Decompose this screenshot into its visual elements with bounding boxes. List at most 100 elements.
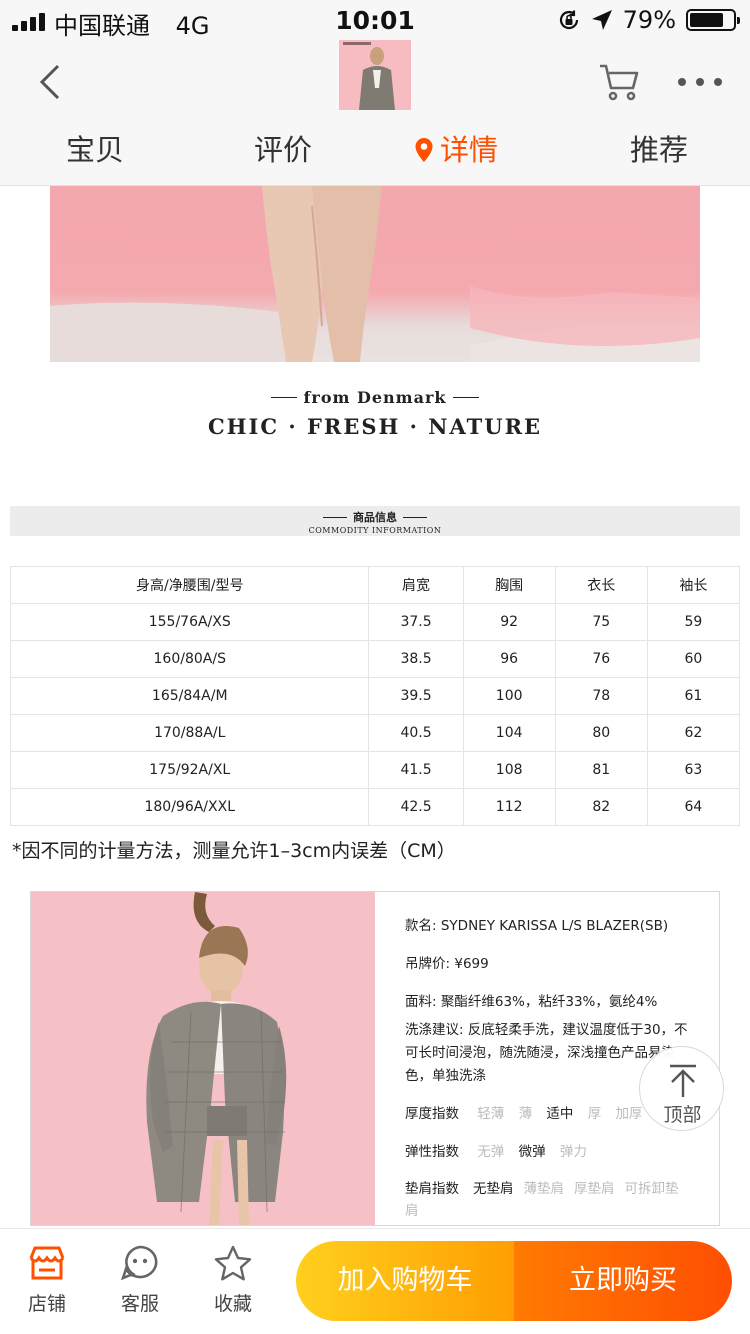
level-option-selected: 无垫肩 [473,1181,514,1197]
level-option: 厚 [587,1106,602,1122]
table-cell: 96 [462,640,556,678]
column-header: 肩宽 [368,566,464,604]
spec-fabric: 面料: 聚酯纤维63%，粘纤33%，氨纶4% [405,990,657,1010]
cart-button[interactable] [598,62,642,102]
buy-now-button[interactable]: 立即购买 [514,1241,732,1321]
spec-name: 款名: SYDNEY KARISSA L/S BLAZER(SB) [405,914,668,934]
table-cell: 64 [646,788,741,826]
more-menu-button[interactable] [678,68,722,96]
product-price: ¥699 [454,956,489,972]
arrow-up-icon [670,1064,696,1097]
table-cell: 108 [462,751,556,789]
section-title: 商品信息 [10,509,740,525]
spec-label: 弹性指数 [405,1144,459,1160]
more-dot-icon [696,78,704,86]
table-row: 180/96A/XXL 42.5 112 82 64 [9,788,741,826]
shop-label: 店铺 [27,1293,66,1315]
table-cell: 81 [554,751,648,789]
back-button[interactable] [28,60,72,104]
table-cell: 165/84A/M [9,677,370,715]
battery-icon [686,9,740,31]
spec-label: 厚度指数 [405,1106,459,1122]
table-row: 155/76A/XS 37.5 92 75 59 [9,603,741,641]
table-cell: 60 [646,640,741,678]
product-name: SYDNEY KARISSA L/S BLAZER(SB) [440,918,669,934]
table-cell: 63 [646,751,741,789]
star-icon [214,1245,252,1281]
table-row: 165/84A/M 39.5 100 78 61 [9,677,741,715]
table-cell: 78 [554,677,648,715]
thickness-index: 厚度指数 轻薄 薄 适中 厚 加厚 [405,1102,652,1122]
spec-label: 款名: [405,918,437,934]
shop-button[interactable]: 店铺 [12,1245,82,1316]
service-icon [120,1245,158,1281]
rotation-lock-icon [559,10,578,30]
spec-label: 吊牌价: [405,956,451,972]
level-option: 加厚 [615,1106,643,1122]
section-header: 商品信息 COMMODITY INFORMATION [10,506,740,536]
table-cell: 75 [554,603,648,641]
tab-details-label: 详情 [440,133,499,167]
back-to-top-button[interactable]: 顶部 [639,1046,724,1131]
table-row: 160/80A/S 38.5 96 76 60 [9,640,741,678]
size-note: *因不同的计量方法，测量允许1–3cm内误差（CM） [12,840,456,862]
spec-label: 垫肩指数 [405,1181,459,1197]
product-info-card: 款名: SYDNEY KARISSA L/S BLAZER(SB) 吊牌价: ¥… [30,891,720,1226]
tab-item[interactable]: 宝贝 [66,130,124,174]
table-cell: 112 [462,788,556,826]
location-pin-icon [415,138,433,162]
location-arrow-icon [591,10,612,30]
status-bar: 中国联通 4G 10:01 79% [0,0,750,40]
column-header: 袖长 [646,566,741,604]
brand-slogan: CHIC · FRESH · NATURE [207,414,543,439]
model-legs-image [50,186,700,362]
table-cell: 59 [646,603,741,641]
brand-tagline-text: from Denmark [303,388,447,407]
product-photo [31,892,375,1225]
brand-tagline: from Denmark [0,388,750,407]
level-option: 弹力 [559,1144,587,1160]
add-to-cart-button[interactable]: 加入购物车 [296,1241,514,1321]
level-option-selected: 适中 [546,1106,574,1122]
table-cell: 100 [462,677,556,715]
table-cell: 39.5 [368,677,464,715]
table-cell: 41.5 [368,751,464,789]
table-cell: 62 [646,714,741,752]
battery-percent: 79% [622,6,676,34]
table-cell: 76 [554,640,648,678]
padding-index: 垫肩指数 无垫肩 薄垫肩 厚垫肩 可拆卸垫肩 [405,1178,701,1222]
product-fabric: 聚酯纤维63%，粘纤33%，氨纶4% [440,994,658,1010]
model-thumbnail-image [339,40,411,110]
table-cell: 38.5 [368,640,464,678]
column-header: 衣长 [554,566,648,604]
table-row: 175/92A/XL 41.5 108 81 63 [9,751,741,789]
table-cell: 82 [554,788,648,826]
detail-photo [50,186,700,362]
table-cell: 170/88A/L [9,714,370,752]
back-to-top-label: 顶部 [663,1104,702,1126]
favorite-label: 收藏 [213,1293,252,1315]
customer-service-button[interactable]: 客服 [105,1245,175,1316]
elasticity-index: 弹性指数 无弹 微弹 弹力 [405,1140,597,1160]
table-cell: 61 [646,677,741,715]
model-blazer-image [31,892,375,1225]
level-option: 薄垫肩 [523,1181,565,1197]
nav-header: 宝贝 评价 详情 推荐 [0,40,750,186]
table-cell: 104 [462,714,556,752]
table-cell: 175/92A/XL [9,751,370,789]
status-right: 79% [557,6,740,34]
tab-recommend[interactable]: 推荐 [630,130,688,174]
table-cell: 155/76A/XS [9,603,370,641]
back-chevron-icon [39,64,60,100]
table-cell: 40.5 [368,714,464,752]
favorite-button[interactable]: 收藏 [198,1245,268,1316]
tab-details[interactable]: 详情 [414,130,498,174]
level-option-selected: 微弹 [518,1144,546,1160]
table-cell: 180/96A/XXL [9,788,370,826]
tab-reviews[interactable]: 评价 [254,130,312,174]
cart-icon [600,64,639,101]
section-subtitle: COMMODITY INFORMATION [308,526,442,535]
product-thumbnail[interactable] [339,40,411,110]
more-dot-icon [678,78,686,86]
more-dot-icon [714,78,722,86]
